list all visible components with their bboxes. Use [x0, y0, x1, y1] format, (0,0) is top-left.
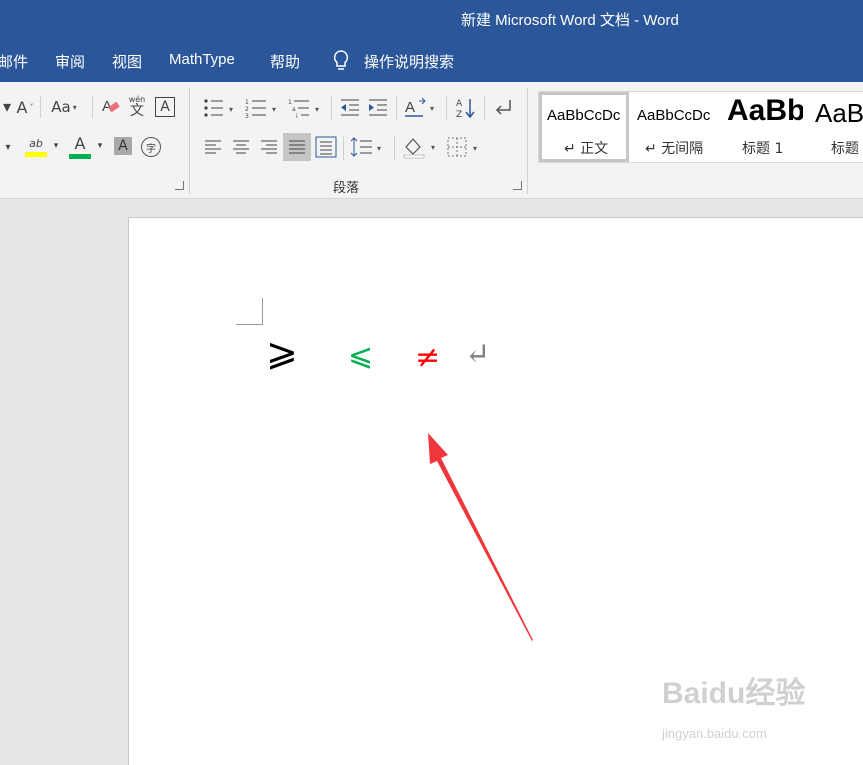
annotation-arrow	[428, 433, 533, 641]
watermark-url: jingyan.baidu.com	[662, 726, 767, 741]
watermark-brand: Baidu经验	[662, 677, 806, 710]
baidu-watermark: Baidu经验 jingyan.baidu.com	[662, 668, 806, 741]
red-arrow-icon	[428, 433, 533, 641]
